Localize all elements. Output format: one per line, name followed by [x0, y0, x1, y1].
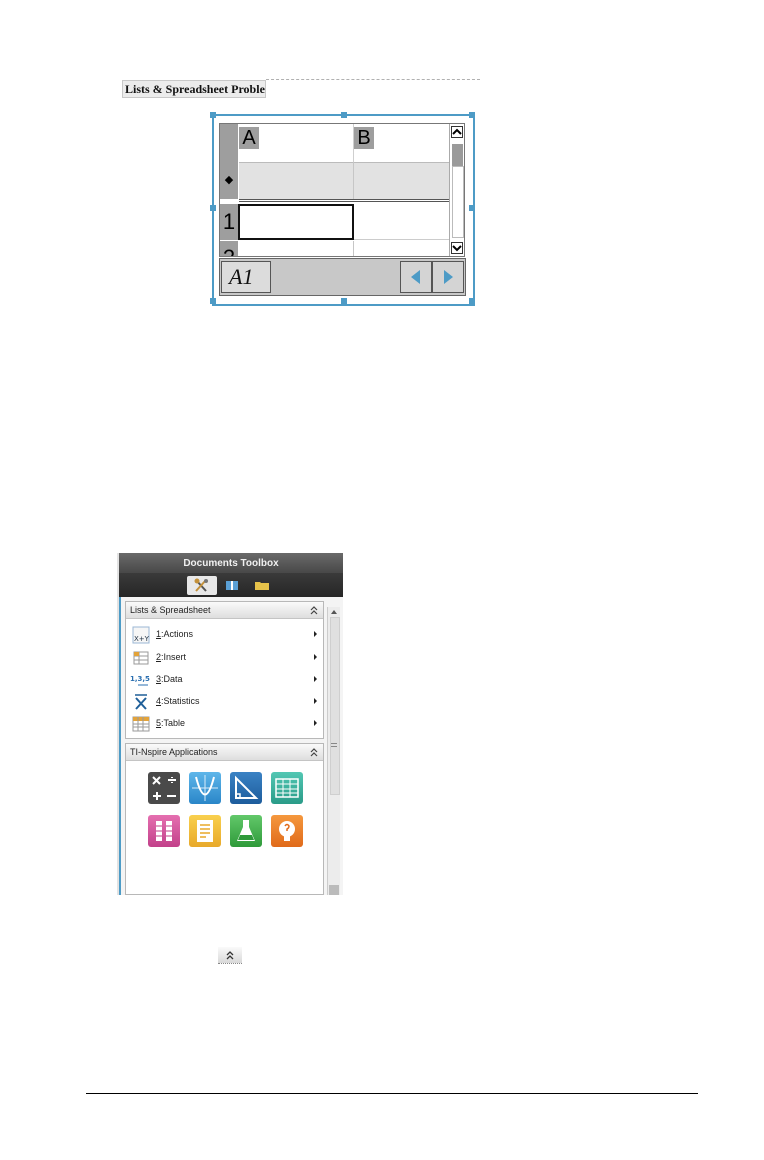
collapse-icon[interactable]: [310, 606, 318, 615]
applications-panel-header[interactable]: TI-Nspire Applications: [126, 744, 323, 761]
svg-text:1,3,5: 1,3,5: [130, 675, 150, 683]
submenu-arrow-icon: [314, 698, 317, 704]
graphs-icon[interactable]: [189, 772, 221, 804]
menu-item-label: 4:Statistics: [156, 696, 200, 706]
tab-utilities[interactable]: [187, 576, 217, 595]
document-icon: [226, 581, 238, 590]
question-icon[interactable]: [271, 815, 303, 847]
toolbox-tabs: [119, 573, 343, 597]
geometry-icon[interactable]: [230, 772, 262, 804]
entry-line[interactable]: [273, 261, 399, 293]
svg-text:X+Y: X+Y: [134, 635, 150, 643]
right-arrow-icon: [444, 270, 453, 284]
scroll-up-icon[interactable]: [330, 609, 338, 615]
notes-icon[interactable]: [189, 815, 221, 847]
formula-row-separator: [239, 199, 449, 202]
cell-reference[interactable]: A1: [221, 261, 271, 293]
menu-item-table[interactable]: 5:Table: [126, 713, 323, 735]
menu-item-insert[interactable]: 2:Insert: [126, 647, 323, 669]
resize-handle[interactable]: [341, 298, 347, 304]
formula-row-marker: ◆: [220, 162, 238, 199]
menu-item-label: 3:Data: [156, 674, 183, 684]
column-label: A: [239, 127, 259, 149]
submenu-arrow-icon: [314, 654, 317, 660]
menu-panel-header[interactable]: Lists & Spreadsheet: [126, 602, 323, 619]
collapse-icon: [226, 951, 234, 960]
tab-document[interactable]: [222, 578, 242, 593]
folder-icon: [255, 582, 269, 590]
resize-handle[interactable]: [469, 298, 475, 304]
scroll-up-icon[interactable]: [451, 126, 463, 138]
spreadsheet-grid[interactable]: A B ◆ 1 2: [219, 123, 465, 257]
grip-icon: [331, 743, 337, 744]
menu-item-label: 5:Table: [156, 718, 186, 728]
actions-icon: X+Y: [132, 626, 150, 644]
submenu-arrow-icon: [314, 720, 317, 726]
submenu-arrow-icon: [314, 676, 317, 682]
row-header-1[interactable]: 1: [220, 204, 238, 240]
column-header-a[interactable]: A: [239, 124, 354, 162]
column-divider: [353, 162, 354, 199]
scroll-left-button[interactable]: [400, 261, 432, 293]
insert-icon: [133, 651, 149, 665]
cell-b1[interactable]: [354, 204, 449, 240]
left-arrow-icon: [411, 270, 420, 284]
vernier-dataquest-icon[interactable]: [230, 815, 262, 847]
page-tab-divider: [266, 79, 480, 80]
statistics-icon: [135, 694, 147, 710]
menu-item-label: 2:Insert: [156, 652, 187, 662]
page-tab[interactable]: Lists & Spreadsheet Problen: [122, 80, 266, 98]
collapse-button[interactable]: [218, 947, 242, 964]
column-header-b[interactable]: B: [354, 124, 448, 162]
scroll-right-button[interactable]: [432, 261, 464, 293]
vertical-scrollbar[interactable]: [449, 124, 464, 256]
scroll-down-icon[interactable]: [451, 242, 463, 254]
scroll-bottom[interactable]: [329, 885, 339, 895]
applications-panel: TI-Nspire Applications: [125, 743, 324, 895]
data-statistics-icon[interactable]: [148, 815, 180, 847]
menu-item-label: 1:Actions: [156, 629, 194, 639]
resize-handle[interactable]: [210, 298, 216, 304]
scroll-thumb[interactable]: [330, 617, 340, 795]
column-divider: [353, 241, 354, 256]
tab-folder[interactable]: [252, 578, 272, 593]
footer-rule: [86, 1093, 698, 1094]
formula-row[interactable]: [239, 162, 449, 200]
menu-panel-title: Lists & Spreadsheet: [130, 605, 211, 615]
resize-handle[interactable]: [210, 112, 216, 118]
data-icon: 1,3,5: [130, 675, 150, 686]
cell-a1-selected[interactable]: [238, 204, 354, 240]
menu-panel: Lists & Spreadsheet X+Y 1:Actions 2:Inse…: [125, 601, 324, 739]
menu-item-statistics[interactable]: 4:Statistics: [126, 691, 323, 713]
menu-item-actions[interactable]: X+Y 1:Actions: [126, 624, 323, 646]
resize-handle[interactable]: [469, 112, 475, 118]
resize-handle[interactable]: [469, 205, 475, 211]
table-icon: [132, 716, 150, 732]
applications-panel-title: TI-Nspire Applications: [130, 747, 218, 757]
resize-handle[interactable]: [210, 205, 216, 211]
documents-toolbox: Documents Toolbox Lists & Spreadsheet X+…: [117, 553, 343, 895]
calculator-icon[interactable]: [148, 772, 180, 804]
submenu-arrow-icon: [314, 631, 317, 637]
resize-handle[interactable]: [341, 112, 347, 118]
toolbox-title: Documents Toolbox: [119, 553, 343, 573]
toolbox-body: Lists & Spreadsheet X+Y 1:Actions 2:Inse…: [119, 597, 343, 895]
menu-item-data[interactable]: 1,3,5 3:Data: [126, 669, 323, 691]
scroll-thumb[interactable]: [452, 144, 463, 166]
column-label: B: [354, 127, 374, 149]
scroll-track[interactable]: [452, 166, 464, 238]
collapse-icon[interactable]: [310, 748, 318, 757]
cell-entry-bar: A1: [219, 258, 466, 296]
row-header-2[interactable]: 2: [220, 241, 238, 256]
lists-spreadsheet-icon[interactable]: [271, 772, 303, 804]
corner-cell: [220, 124, 238, 162]
toolbox-scrollbar[interactable]: [327, 607, 340, 895]
utilities-icon: [194, 578, 208, 592]
